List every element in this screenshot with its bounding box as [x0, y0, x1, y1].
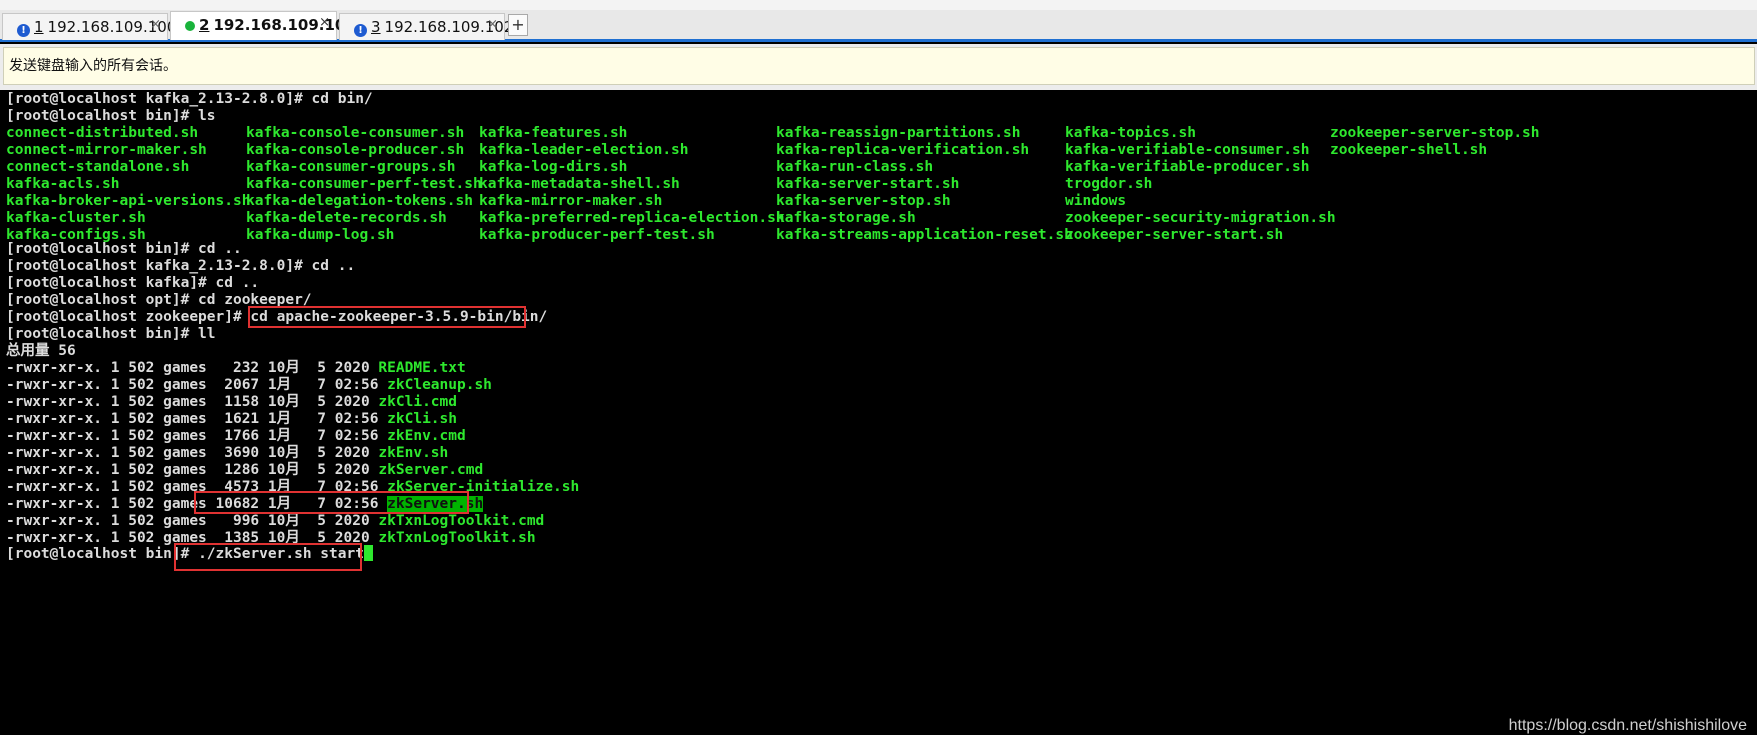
file-name: zkEnv.sh: [378, 445, 449, 461]
tab-bar-top-strip: [0, 0, 1757, 10]
tab-number: 2: [199, 16, 210, 34]
add-tab-button[interactable]: +: [508, 14, 528, 36]
highlight-box-cd-path: [248, 306, 526, 328]
file-name: zkCli.cmd: [378, 394, 457, 410]
tab-number: 3: [371, 18, 381, 36]
highlight-box-zkserver-row: [194, 491, 469, 514]
final-prompt: [root@localhost bin]#: [6, 546, 199, 562]
close-icon[interactable]: ×: [319, 10, 330, 36]
warning-status-icon: !: [354, 24, 367, 37]
tab-number: 1: [34, 18, 44, 36]
file-meta: -rwxr-xr-x. 1 502 games 996 10月 5 2020: [6, 513, 379, 529]
tab-session-1[interactable]: ! 1 192.168.109.100 ×: [2, 12, 176, 40]
file-name: zkCli.sh: [387, 411, 457, 427]
ls-entry: zookeeper-shell.sh: [1330, 142, 1488, 158]
tab-session-3[interactable]: ! 3 192.168.109.102 ×: [339, 12, 513, 40]
terminal-output[interactable]: [root@localhost kafka_2.13-2.8.0]# cd bi…: [0, 91, 1757, 734]
file-name: zkTxnLogToolkit.cmd: [378, 513, 545, 529]
file-name: zkEnv.cmd: [387, 428, 466, 444]
file-name: README.txt: [378, 360, 466, 376]
file-meta: -rwxr-xr-x. 1 502 games 3690 10月 5 2020: [6, 445, 379, 461]
close-icon[interactable]: ×: [487, 12, 498, 38]
send-to-all-bar: 发送键盘输入的所有会话。: [0, 44, 1757, 90]
warning-status-icon: !: [17, 24, 30, 37]
ls-entry: kafka-streams-application-reset.sh: [776, 227, 1073, 243]
connected-status-icon: [185, 21, 195, 31]
file-meta: -rwxr-xr-x. 1 502 games 1286 10月 5 2020: [6, 462, 379, 478]
ls-entry: kafka-producer-perf-test.sh: [479, 227, 715, 243]
ls-entry: zookeeper-server-start.sh: [1065, 227, 1284, 243]
file-meta: -rwxr-xr-x. 1 502 games 232 10月 5 2020: [6, 360, 379, 376]
file-meta: -rwxr-xr-x. 1 502 games 1766 1月 7 02:56: [6, 428, 388, 444]
send-to-all-input[interactable]: 发送键盘输入的所有会话。: [3, 47, 1755, 85]
cd-prompt: [root@localhost zookeeper]# cd: [6, 309, 277, 325]
highlight-box-start-command: [174, 543, 362, 571]
file-name: zkCleanup.sh: [387, 377, 492, 393]
file-meta: -rwxr-xr-x. 1 502 games 2067 1月 7 02:56: [6, 377, 388, 393]
watermark: https://blog.csdn.net/shishishilove: [1508, 717, 1747, 734]
terminal-cursor: [363, 545, 373, 561]
close-icon[interactable]: ×: [150, 12, 161, 38]
session-tab-bar: ! 1 192.168.109.100 × 2 192.168.109.101 × !…: [0, 0, 1757, 42]
file-name: zkTxnLogToolkit.sh: [378, 530, 536, 546]
file-meta: -rwxr-xr-x. 1 502 games 1621 1月 7 02:56: [6, 411, 388, 427]
ls-entry: kafka-dump-log.sh: [246, 227, 395, 243]
file-name: zkServer.cmd: [378, 462, 484, 478]
tab-label: 192.168.109.101: [213, 16, 356, 34]
tab-session-2[interactable]: 2 192.168.109.101 ×: [170, 10, 356, 40]
file-meta: -rwxr-xr-x. 1 502 games 1158 10月 5 2020: [6, 394, 379, 410]
